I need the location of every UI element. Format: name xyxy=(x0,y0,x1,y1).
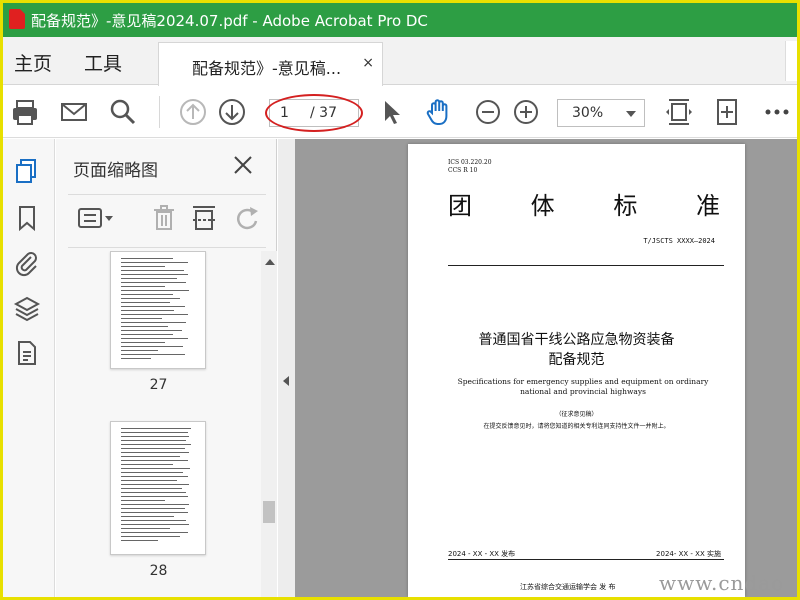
document-view[interactable]: ICS 03.220.20 CCS R 10 团 体 标 准 T/JSCTS X… xyxy=(278,139,797,597)
print-icon[interactable] xyxy=(9,96,41,128)
nav-home[interactable]: 主页 xyxy=(14,49,52,76)
window-title: 配备规范》-意见稿2024.07.pdf - Adobe Acrobat Pro… xyxy=(31,12,428,30)
issuer: 江苏省综合交通运输学会 发 布 xyxy=(520,583,616,591)
scroll-mode-icon[interactable] xyxy=(711,96,743,128)
extract-pages-icon[interactable] xyxy=(189,203,219,233)
hand-tool-icon[interactable] xyxy=(423,96,455,128)
thumbnail-page-number: 28 xyxy=(149,563,168,579)
document-icon[interactable] xyxy=(13,339,41,367)
next-page-icon[interactable] xyxy=(216,96,248,128)
panel-title: 页面缩略图 xyxy=(73,161,158,181)
red-highlight-ellipse xyxy=(265,94,363,132)
publish-date: 2024 - XX - XX 发布 xyxy=(448,550,516,558)
tab-row: 主页 工具 配备规范》-意见稿... × xyxy=(3,37,797,86)
document-tab-label: 配备规范》-意见稿... xyxy=(192,59,342,78)
ics-code: ICS 03.220.20 xyxy=(448,159,492,166)
page-rule xyxy=(448,559,724,560)
navigation-rail xyxy=(3,139,55,597)
more-options-icon[interactable] xyxy=(761,96,793,128)
panel-collapse-strip[interactable] xyxy=(278,139,295,597)
standard-type-char: 团 xyxy=(448,192,472,220)
select-cursor-icon[interactable] xyxy=(375,96,407,128)
acrobat-icon xyxy=(9,9,25,29)
standard-type-char: 体 xyxy=(530,192,555,220)
toolbar: 1 / 37 30% xyxy=(3,86,797,138)
toolbar-separator xyxy=(159,96,160,128)
attachment-icon[interactable] xyxy=(13,249,41,277)
app-window: 配备规范》-意见稿2024.07.pdf - Adobe Acrobat Pro… xyxy=(3,3,797,597)
tab-scrollbar[interactable] xyxy=(785,41,797,81)
close-icon[interactable] xyxy=(231,153,255,177)
draft-note: （征求意见稿） xyxy=(555,411,598,418)
thumbnail-list: 27 28 xyxy=(56,251,261,597)
standard-type: 团 体 标 准 xyxy=(448,186,720,221)
thumbnail-page-28[interactable] xyxy=(110,421,206,555)
document-title-english: Specifications for emergency supplies an… xyxy=(457,377,709,396)
document-tab[interactable]: 配备规范》-意见稿... × xyxy=(158,42,383,86)
document-title-line2: 配备规范 xyxy=(548,352,605,368)
rotate-icon[interactable] xyxy=(232,203,262,233)
document-title: 普通国省干线公路应急物资装备 配备规范 xyxy=(408,330,745,370)
submit-note: 在提交反馈意见时，请将您知道的相关专利连同支持性文件一并附上。 xyxy=(483,423,670,430)
search-icon[interactable] xyxy=(107,96,139,128)
standard-number: T/JSCTS XXXX—2024 xyxy=(643,237,715,245)
ccs-code: CCS R 10 xyxy=(448,167,478,174)
panel-divider xyxy=(68,194,266,195)
fit-page-icon[interactable] xyxy=(663,96,695,128)
scroll-up-icon[interactable] xyxy=(265,259,275,265)
standard-type-char: 标 xyxy=(613,192,638,220)
implementation-date: 2024- XX - XX 实施 xyxy=(656,550,721,558)
thumbnail-text xyxy=(121,428,195,544)
pdf-page: ICS 03.220.20 CCS R 10 团 体 标 准 T/JSCTS X… xyxy=(408,144,745,597)
bookmark-icon[interactable] xyxy=(13,204,41,232)
watermark: www.cndao xyxy=(659,571,785,595)
panel-divider xyxy=(68,247,266,248)
zoom-select[interactable]: 30% xyxy=(557,99,645,127)
previous-page-icon[interactable] xyxy=(177,96,209,128)
document-title-line1: 普通国省干线公路应急物资装备 xyxy=(478,332,675,348)
thumbnail-text xyxy=(121,258,195,362)
zoom-out-icon[interactable] xyxy=(472,96,504,128)
standard-type-char: 准 xyxy=(695,192,720,220)
thumbnail-scrollbar[interactable] xyxy=(261,251,277,597)
thumbnail-page-number: 27 xyxy=(149,377,168,393)
zoom-in-icon[interactable] xyxy=(510,96,542,128)
collapse-left-icon[interactable] xyxy=(283,376,289,386)
thumbnails-panel: 页面缩略图 27 28 xyxy=(56,139,277,597)
layers-icon[interactable] xyxy=(13,295,41,323)
delete-icon[interactable] xyxy=(149,203,179,233)
email-icon[interactable] xyxy=(58,96,90,128)
page-rule xyxy=(448,265,724,266)
scrollbar-thumb[interactable] xyxy=(263,501,275,523)
thumbnail-options-icon[interactable] xyxy=(76,203,116,233)
zoom-value: 30% xyxy=(572,105,604,121)
close-tab-icon[interactable]: × xyxy=(362,55,374,71)
page-thumbnails-icon[interactable] xyxy=(13,157,41,185)
thumbnail-page-27[interactable] xyxy=(110,251,206,369)
chevron-down-icon xyxy=(626,111,636,117)
title-bar: 配备规范》-意见稿2024.07.pdf - Adobe Acrobat Pro… xyxy=(3,3,797,37)
nav-tools[interactable]: 工具 xyxy=(84,49,122,76)
